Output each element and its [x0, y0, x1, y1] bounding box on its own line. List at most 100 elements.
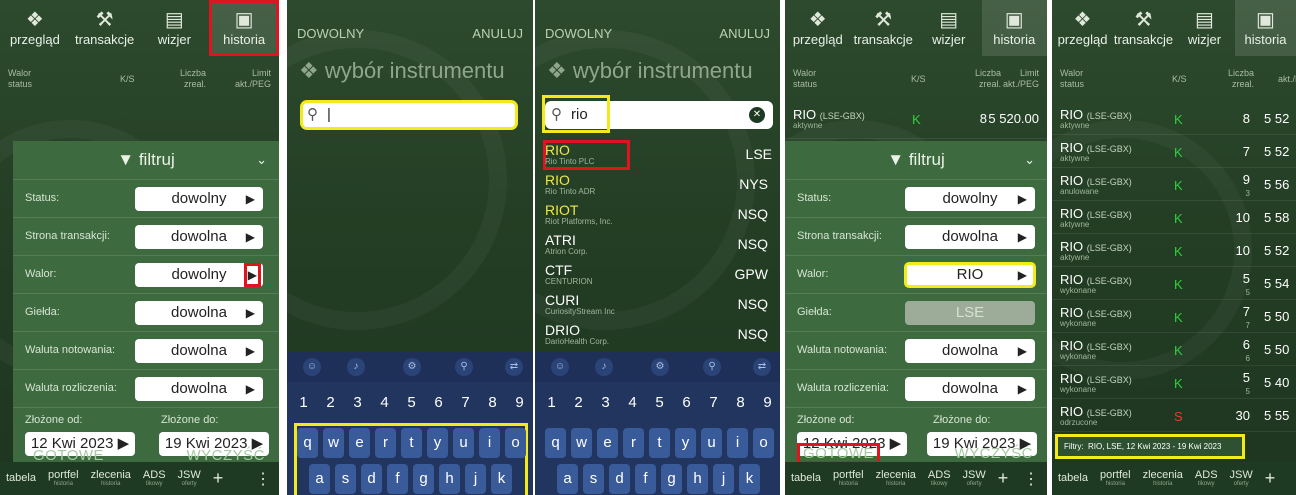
key-8[interactable]: 8 [730, 388, 751, 418]
key-8[interactable]: 8 [482, 388, 503, 418]
bottom-tab-zlecenia[interactable]: zlecenia historia [85, 469, 137, 488]
key-1[interactable]: 1 [293, 388, 314, 418]
order-row[interactable]: RIO (LSE-GBX) odrzucone S 30 5 55 [1052, 400, 1296, 432]
nav-przeglad[interactable]: ❖ przegląd [785, 0, 851, 56]
bottom-tab-zlecenia[interactable]: zlecenia historia [1137, 469, 1189, 488]
key-d[interactable]: d [361, 464, 382, 494]
more-menu-icon[interactable]: ⋮ [1023, 469, 1047, 489]
key-q[interactable]: q [297, 428, 318, 458]
key-5[interactable]: 5 [401, 388, 422, 418]
search-input[interactable]: ⚲ | [300, 100, 518, 130]
nav-przeglad[interactable]: ❖ przegląd [1052, 0, 1113, 56]
bottom-tab-portfel[interactable]: portfel historia [42, 469, 85, 488]
search-icon[interactable]: ⚲ [455, 358, 473, 376]
key-s[interactable]: s [335, 464, 356, 494]
bottom-tab-ads[interactable]: ADS tikowy [922, 469, 957, 488]
chevron-down-icon[interactable]: ⌄ [1024, 141, 1035, 179]
key-i[interactable]: i [479, 428, 500, 458]
nav-wizjer[interactable]: ▤ wizjer [140, 0, 210, 56]
key-u[interactable]: u [453, 428, 474, 458]
key-t[interactable]: t [401, 428, 422, 458]
dowolny-button[interactable]: DOWOLNY [545, 26, 612, 41]
walor-select[interactable]: RIO ▶ [904, 262, 1036, 288]
waluta-rozliczenia-select[interactable]: dowolna ▶ [135, 377, 263, 401]
key-h[interactable]: h [439, 464, 460, 494]
result-item[interactable]: RIOT Riot Platforms, Inc. NSQ [543, 200, 772, 230]
key-d[interactable]: d [609, 464, 630, 494]
key-j[interactable]: j [465, 464, 486, 494]
key-3[interactable]: 3 [347, 388, 368, 418]
key-1[interactable]: 1 [541, 388, 562, 418]
waluta-notowania-select[interactable]: dowolna ▶ [905, 339, 1035, 363]
order-row[interactable]: RIO (LSE-GBX) aktywne K 8 5 520.00 [785, 103, 1047, 139]
order-row[interactable]: RIO (LSE-GBX) aktywne K 10 5 52 [1052, 235, 1296, 267]
emoji-icon[interactable]: ☺ [303, 358, 321, 376]
key-o[interactable]: o [753, 428, 774, 458]
key-t[interactable]: t [649, 428, 670, 458]
strona-select[interactable]: dowolna ▶ [135, 225, 263, 249]
anuluj-button[interactable]: ANULUJ [719, 26, 770, 41]
key-a[interactable]: a [557, 464, 578, 494]
key-5[interactable]: 5 [649, 388, 670, 418]
bottom-tab-jsw[interactable]: JSW oferty [957, 469, 992, 488]
bottom-tab-jsw[interactable]: JSW oferty [172, 469, 207, 488]
nav-historia[interactable]: ▣ historia [209, 0, 279, 56]
key-j[interactable]: j [713, 464, 734, 494]
anuluj-button[interactable]: ANULUJ [472, 26, 523, 41]
nav-transakcje[interactable]: ⚒ transakcje [1113, 0, 1174, 56]
key-7[interactable]: 7 [455, 388, 476, 418]
key-6[interactable]: 6 [676, 388, 697, 418]
order-row[interactable]: RIO (LSE-GBX) wykonane K 7 7 5 50 [1052, 301, 1296, 333]
clear-icon[interactable]: ✕ [749, 107, 765, 123]
waluta-rozliczenia-select[interactable]: dowolna ▶ [905, 377, 1035, 401]
key-g[interactable]: g [413, 464, 434, 494]
key-3[interactable]: 3 [595, 388, 616, 418]
key-o[interactable]: o [505, 428, 526, 458]
order-row[interactable]: RIO (LSE-GBX) wykonane K 5 5 5 40 [1052, 367, 1296, 399]
key-e[interactable]: e [597, 428, 618, 458]
order-row[interactable]: RIO (LSE-GBX) aktywne K 10 5 58 [1052, 202, 1296, 234]
nav-historia[interactable]: ▣ historia [981, 0, 1047, 56]
key-6[interactable]: 6 [428, 388, 449, 418]
bottom-tab-tabela[interactable]: tabela [0, 473, 42, 484]
search-icon[interactable]: ⚲ [703, 358, 721, 376]
nav-wizjer[interactable]: ▤ wizjer [916, 0, 982, 56]
order-row[interactable]: RIO (LSE-GBX) wykonane K 5 5 5 54 [1052, 268, 1296, 300]
strona-select[interactable]: dowolna ▶ [905, 225, 1035, 249]
mic-icon[interactable]: ♪ [595, 358, 613, 376]
key-4[interactable]: 4 [374, 388, 395, 418]
bottom-tab-ads[interactable]: ADS tikowy [137, 469, 172, 488]
chevron-down-icon[interactable]: ⌄ [256, 141, 267, 179]
walor-arrow-icon[interactable]: ▶ [243, 263, 261, 287]
result-item[interactable]: CTF CENTURION GPW [543, 260, 772, 290]
translate-icon[interactable]: ⇄ [753, 358, 771, 376]
key-y[interactable]: y [427, 428, 448, 458]
status-select[interactable]: dowolny ▶ [905, 187, 1035, 211]
nav-transakcje[interactable]: ⚒ transakcje [70, 0, 140, 56]
bottom-tab-zlecenia[interactable]: zlecenia historia [870, 469, 922, 488]
dowolny-button[interactable]: DOWOLNY [297, 26, 364, 41]
settings-icon[interactable]: ⚙ [403, 358, 421, 376]
key-r[interactable]: r [375, 428, 396, 458]
key-w[interactable]: w [571, 428, 592, 458]
key-f[interactable]: f [635, 464, 656, 494]
bottom-tab-portfel[interactable]: portfel historia [827, 469, 870, 488]
key-f[interactable]: f [387, 464, 408, 494]
status-select[interactable]: dowolny ▶ [135, 187, 263, 211]
order-row[interactable]: RIO (LSE-GBX) aktywne K 8 5 52 [1052, 103, 1296, 135]
result-item[interactable]: ATRI Atrion Corp. NSQ [543, 230, 772, 260]
translate-icon[interactable]: ⇄ [505, 358, 523, 376]
nav-transakcje[interactable]: ⚒ transakcje [851, 0, 917, 56]
gielda-select[interactable]: dowolna ▶ [135, 301, 263, 325]
order-row[interactable]: RIO (LSE-GBX) anulowane K 9 3 5 56 [1052, 169, 1296, 201]
key-u[interactable]: u [701, 428, 722, 458]
key-k[interactable]: k [491, 464, 512, 494]
key-r[interactable]: r [623, 428, 644, 458]
wyczysc-button[interactable]: WYCZYŚĆ [955, 445, 1034, 462]
more-menu-icon[interactable]: ⋮ [255, 469, 279, 489]
mic-icon[interactable]: ♪ [347, 358, 365, 376]
key-s[interactable]: s [583, 464, 604, 494]
waluta-notowania-select[interactable]: dowolna ▶ [135, 339, 263, 363]
filter-summary-bar[interactable]: Filtry: RIO, LSE, 12 Kwi 2023 - 19 Kwi 2… [1055, 434, 1245, 459]
key-i[interactable]: i [727, 428, 748, 458]
